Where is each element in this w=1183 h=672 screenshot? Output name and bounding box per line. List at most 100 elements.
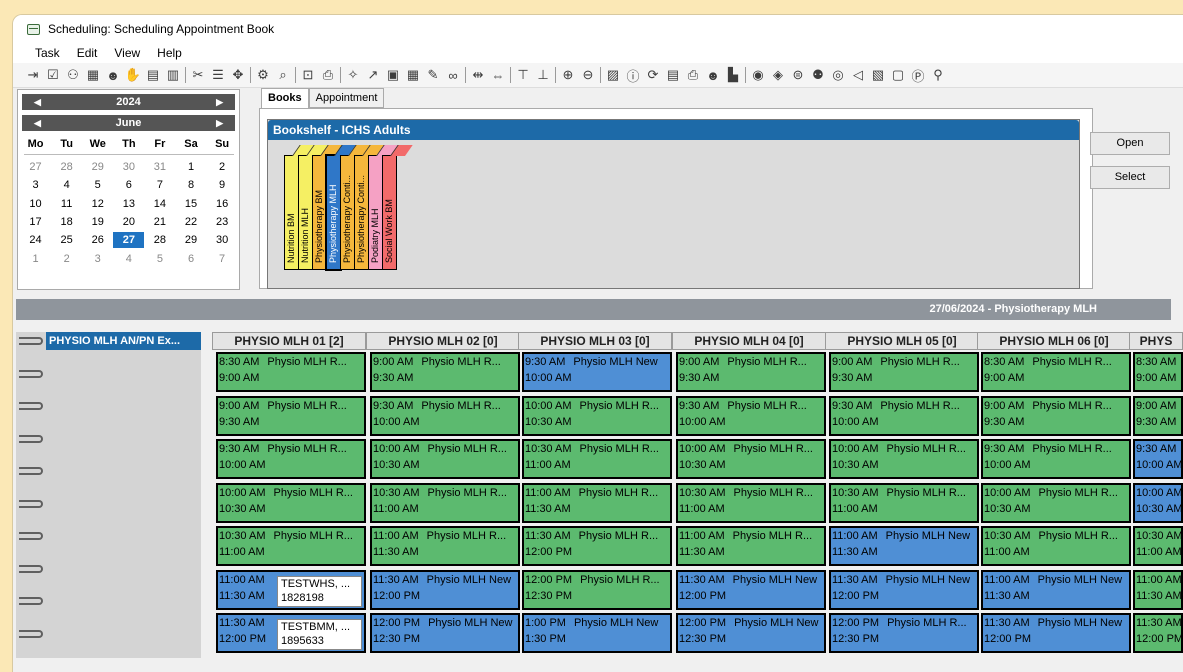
appointment-slot[interactable]: 11:00 AM Physio MLH R... 11:30 AM xyxy=(676,526,826,566)
appointment-slot[interactable]: 12:00 PM Physio MLH New 12:30 PM xyxy=(370,613,520,653)
people-icon[interactable]: ⚉ xyxy=(808,65,828,85)
appointment-slot[interactable]: 9:00 AM Physio MLH R... 9:30 AM xyxy=(829,352,979,392)
align-bottom-icon[interactable]: ⊥ xyxy=(533,65,553,85)
link-icon[interactable]: ∞ xyxy=(443,65,463,85)
calendar-day[interactable]: 5 xyxy=(144,251,175,267)
appointment-slot[interactable]: 9:30 AM Physio MLH R... 10:00 AM xyxy=(829,395,979,436)
calendar-day[interactable]: 30 xyxy=(207,232,238,248)
report-icon[interactable]: ▤ xyxy=(663,65,683,85)
column-header[interactable]: PHYSIO MLH 06 [0] xyxy=(977,332,1131,350)
shield-icon[interactable]: ◈ xyxy=(768,65,788,85)
column-header[interactable]: PHYSIO MLH 03 [0] xyxy=(518,332,672,350)
calendar-day[interactable]: 7 xyxy=(144,177,175,193)
calendar-day[interactable]: 27 xyxy=(20,159,51,175)
appointment-slot[interactable]: 12:00 PM Physio MLH New 12:30 PM xyxy=(676,613,826,653)
menu-task[interactable]: Task xyxy=(35,46,60,60)
calendar-icon[interactable]: ▦ xyxy=(83,65,103,85)
tab-appointment[interactable]: Appointment xyxy=(308,88,385,108)
hand-icon[interactable]: ✋ xyxy=(123,65,143,85)
column-header[interactable]: PHYSIO MLH 02 [0] xyxy=(366,332,520,350)
appointment-slot[interactable]: 9:30 AM Physio MLH R... 10:00 AM xyxy=(370,395,520,436)
calendar-day[interactable]: 28 xyxy=(144,232,175,248)
appointment-slot[interactable]: 10:30 AM Physio MLH R... 11:00 AM xyxy=(370,482,520,523)
appointment-slot[interactable]: 9:30 AM Physio MLH R... 10:00 AM xyxy=(216,439,366,479)
appointment-slot[interactable]: 12:00 PM Physio MLH R... 12:30 PM xyxy=(829,613,979,653)
calendar-day[interactable]: 17 xyxy=(20,214,51,230)
back-icon[interactable]: ◁ xyxy=(848,65,868,85)
calendar-day[interactable]: 5 xyxy=(82,177,113,193)
appointment-slot[interactable]: 8:30 AM Physio MLH R... 9:00 AM xyxy=(981,352,1131,392)
zoom-out-icon[interactable]: ⊖ xyxy=(578,65,598,85)
user-icon[interactable]: ⚲ xyxy=(928,65,948,85)
calendar-day[interactable]: 29 xyxy=(175,232,206,248)
calendar-day[interactable]: 26 xyxy=(82,232,113,248)
menu-edit[interactable]: Edit xyxy=(77,46,98,60)
calendar-day[interactable]: 3 xyxy=(82,251,113,267)
appointment-slot[interactable]: 10:00 AM Physio MLH R... 10:30 AM xyxy=(981,482,1131,523)
prev-year-arrow-icon[interactable]: ◀ xyxy=(34,94,41,110)
appointment-slot[interactable]: 11:00 AM 11:30 AM TESTWHS, ... 1828198 xyxy=(216,569,366,610)
calendar-day[interactable]: 19 xyxy=(82,214,113,230)
appointment-slot[interactable]: 11:30 AM Physio MLH New 12:00 PM xyxy=(829,569,979,610)
open-button[interactable]: Open xyxy=(1090,132,1170,155)
book-0[interactable]: Nutrition BM xyxy=(284,145,315,270)
globe-icon[interactable]: ⊜ xyxy=(788,65,808,85)
calendar-day[interactable]: 31 xyxy=(144,159,175,175)
appointment-slot[interactable]: 11:30 AM 12:00 PM TESTBMM, ... 1895633 xyxy=(216,613,366,653)
book-icon[interactable]: ▥ xyxy=(163,65,183,85)
book-1[interactable]: Nutrition MLH xyxy=(298,145,329,270)
calendar-day[interactable]: 25 xyxy=(51,232,82,248)
print-icon[interactable]: ⎙ xyxy=(683,65,703,85)
calendar-day[interactable]: 12 xyxy=(82,196,113,212)
arrow-icon[interactable]: ↗ xyxy=(363,65,383,85)
move-icon[interactable]: ✥ xyxy=(228,65,248,85)
appointment-slot[interactable]: 11:00 AM Physio MLH New 11:30 AM xyxy=(981,569,1131,610)
appointment-slot[interactable]: 10:00 AM Physio MLH R... 10:30 AM xyxy=(370,439,520,479)
calendar-day[interactable]: 28 xyxy=(51,159,82,175)
calendar-day[interactable]: 23 xyxy=(207,214,238,230)
appointment-slot[interactable]: 10:00 AM Physio MLH R... 10:30 AM xyxy=(216,482,366,523)
menu-view[interactable]: View xyxy=(114,46,140,60)
info-icon[interactable]: ⓘ xyxy=(623,65,643,85)
book-4[interactable]: Physiotherapy Conti... xyxy=(340,145,371,270)
appointment-slot[interactable]: 10:30 AM Physio MLH R... 11:00 AM xyxy=(829,482,979,523)
appointment-slot[interactable]: 10:00 AM 10:30 AM xyxy=(1133,482,1183,523)
appointment-slot[interactable]: 10:30 AM Physio MLH R... 11:00 AM xyxy=(676,482,826,523)
appointment-slot[interactable]: 11:30 AM Physio MLH New 12:00 PM xyxy=(676,569,826,610)
calendar-day[interactable]: 4 xyxy=(51,177,82,193)
calendar-day[interactable]: 4 xyxy=(113,251,144,267)
search-icon[interactable]: ⌕ xyxy=(273,65,293,85)
chart-icon[interactable]: ▙ xyxy=(723,65,743,85)
menu-help[interactable]: Help xyxy=(157,46,182,60)
book-7[interactable]: Social Work BM xyxy=(382,145,413,270)
calendar-day[interactable]: 2 xyxy=(207,159,238,175)
image-icon[interactable]: ▨ xyxy=(603,65,623,85)
next-year-arrow-icon[interactable]: ▶ xyxy=(216,94,223,110)
list-icon[interactable]: ☰ xyxy=(208,65,228,85)
calendar-day[interactable]: 14 xyxy=(144,196,175,212)
appointment-slot[interactable]: 9:00 AM Physio MLH R... 9:30 AM xyxy=(216,395,366,436)
tab-books[interactable]: Books xyxy=(261,88,309,109)
appointment-slot[interactable]: 12:00 PM Physio MLH R... 12:30 PM xyxy=(522,569,672,610)
lock-icon[interactable]: ⊡ xyxy=(298,65,318,85)
appointment-slot[interactable]: 10:00 AM Physio MLH R... 10:30 AM xyxy=(829,439,979,479)
notes-icon[interactable]: ▤ xyxy=(143,65,163,85)
calendar-day[interactable]: 24 xyxy=(20,232,51,248)
column-header[interactable]: PHYSIO MLH 04 [0] xyxy=(672,332,826,350)
users-icon[interactable]: ⚇ xyxy=(63,65,83,85)
select-button[interactable]: Select xyxy=(1090,166,1170,189)
grid-icon[interactable]: ▦ xyxy=(403,65,423,85)
calendar-day[interactable]: 7 xyxy=(207,251,238,267)
pen-icon[interactable]: ✎ xyxy=(423,65,443,85)
calendar-day[interactable]: 6 xyxy=(113,177,144,193)
exit-icon[interactable]: ⇥ xyxy=(23,65,43,85)
calendar-day[interactable]: 2 xyxy=(51,251,82,267)
calendar-day[interactable]: 1 xyxy=(175,159,206,175)
calendar-day[interactable]: 16 xyxy=(207,196,238,212)
person-icon[interactable]: ☻ xyxy=(703,65,723,85)
calendar-day[interactable]: 6 xyxy=(175,251,206,267)
appointment-slot[interactable]: 8:30 AM Physio MLH R... 9:00 AM xyxy=(216,352,366,392)
calendar-day[interactable]: 22 xyxy=(175,214,206,230)
calendar-day[interactable]: 30 xyxy=(113,159,144,175)
calendar-day[interactable]: 21 xyxy=(144,214,175,230)
